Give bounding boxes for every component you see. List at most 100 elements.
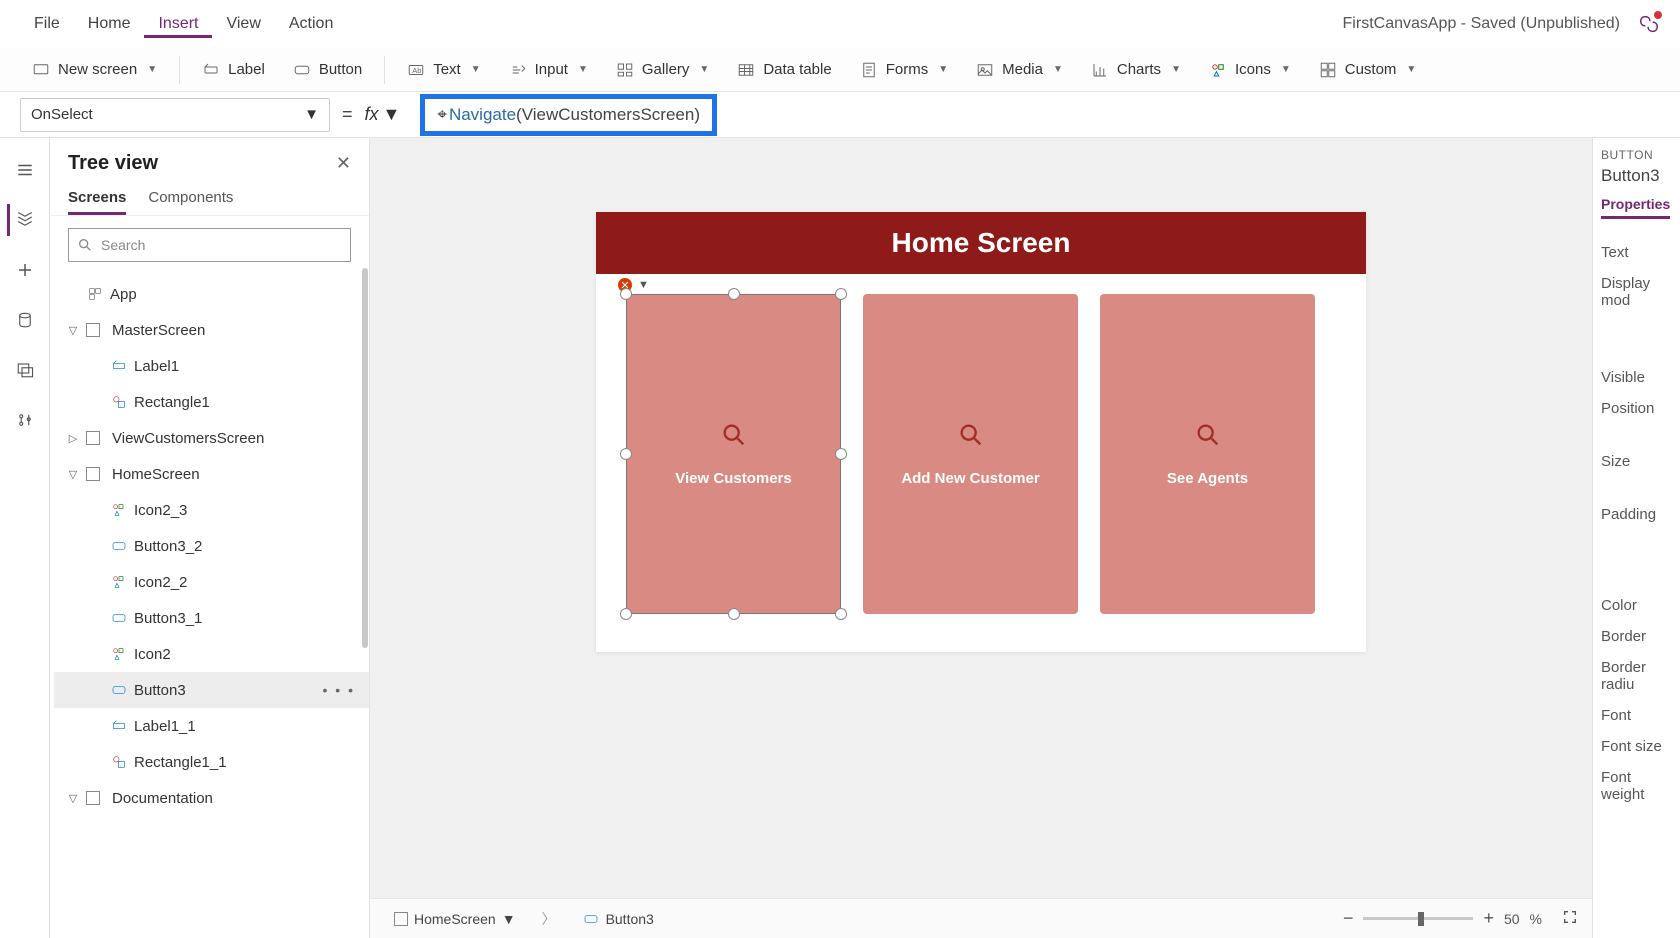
app-icon <box>86 286 104 302</box>
tree-node-button3[interactable]: Button3• • • <box>54 672 369 708</box>
expand-icon[interactable]: ▽ <box>66 792 80 805</box>
tree-node-button3-2[interactable]: Button3_2 <box>54 528 369 564</box>
properties-tab[interactable]: Properties <box>1601 196 1670 219</box>
tab-screens[interactable]: Screens <box>68 183 126 215</box>
checkbox[interactable] <box>86 323 100 337</box>
tree-node-viewcustomers[interactable]: ▷ViewCustomersScreen <box>54 420 369 456</box>
checkbox[interactable] <box>86 431 100 445</box>
chevron-down-icon[interactable]: ▼ <box>638 279 649 291</box>
text-dropdown[interactable]: Ab Text▼ <box>395 57 492 82</box>
more-icon[interactable]: • • • <box>323 682 355 698</box>
button-icon <box>110 610 128 626</box>
zoom-slider[interactable] <box>1363 917 1473 920</box>
menu-insert[interactable]: Insert <box>144 11 212 38</box>
tree-node-rectangle1[interactable]: Rectangle1 <box>54 384 369 420</box>
prop-position[interactable]: Position <box>1601 393 1672 424</box>
close-icon[interactable]: ✕ <box>336 153 351 174</box>
formula-input[interactable]: ⌖ Navigate ( ViewCustomersScreen ) <box>412 98 1660 132</box>
resize-handle[interactable] <box>620 288 632 300</box>
tree-node-rectangle1-1[interactable]: Rectangle1_1 <box>54 744 369 780</box>
prop-size[interactable]: Size <box>1601 446 1672 477</box>
tree-node-icon2-2[interactable]: Icon2_2 <box>54 564 369 600</box>
checkbox[interactable] <box>86 467 100 481</box>
expand-icon[interactable]: ▷ <box>66 432 80 445</box>
zoom-out-button[interactable]: − <box>1343 908 1354 929</box>
resize-handle[interactable] <box>835 448 847 460</box>
prop-font[interactable]: Font <box>1601 700 1672 731</box>
expand-icon[interactable]: ▽ <box>66 468 80 481</box>
tree-node-button3-1[interactable]: Button3_1 <box>54 600 369 636</box>
resize-handle[interactable] <box>728 608 740 620</box>
breadcrumb-screen[interactable]: HomeScreen▼ <box>384 908 526 930</box>
data-table-button[interactable]: Data table <box>725 57 843 82</box>
icons-dropdown[interactable]: Icons▼ <box>1197 57 1303 82</box>
media-dropdown[interactable]: Media▼ <box>964 57 1075 82</box>
tree-node-documentation[interactable]: ▽Documentation <box>54 780 369 816</box>
custom-dropdown[interactable]: Custom▼ <box>1307 57 1429 82</box>
forms-dd-label: Forms <box>886 61 929 78</box>
tree-node-homescreen[interactable]: ▽HomeScreen <box>54 456 369 492</box>
prop-border-radius[interactable]: Border radiu <box>1601 652 1672 700</box>
menu-action[interactable]: Action <box>275 11 347 37</box>
fx-label[interactable]: fx▼ <box>365 104 401 125</box>
prop-text[interactable]: Text <box>1601 237 1672 268</box>
resize-handle[interactable] <box>835 288 847 300</box>
hamburger-icon[interactable] <box>9 154 41 186</box>
forms-dropdown[interactable]: Forms ▼ <box>848 57 960 82</box>
fit-screen-icon[interactable] <box>1562 909 1578 928</box>
tools-rail-icon[interactable] <box>9 404 41 436</box>
prop-padding[interactable]: Padding <box>1601 499 1672 530</box>
charts-dropdown[interactable]: Charts▼ <box>1079 57 1193 82</box>
checkbox[interactable] <box>86 791 100 805</box>
zoom-in-button[interactable]: + <box>1483 908 1494 929</box>
data-table-icon <box>737 62 755 78</box>
add-icon[interactable] <box>9 254 41 286</box>
chevron-down-icon: ▼ <box>578 64 588 75</box>
card-label: See Agents <box>1167 470 1248 487</box>
prop-display-mode[interactable]: Display mod <box>1601 268 1672 316</box>
resize-handle[interactable] <box>620 608 632 620</box>
tree-node-label1[interactable]: Label1 <box>54 348 369 384</box>
prop-color[interactable]: Color <box>1601 590 1672 621</box>
menu-home[interactable]: Home <box>74 11 145 37</box>
resize-handle[interactable] <box>728 288 740 300</box>
card-view-customers[interactable]: View Customers <box>626 294 841 614</box>
chevron-down-icon: ▼ <box>147 64 157 75</box>
expand-icon[interactable]: ▽ <box>66 324 80 337</box>
tree-node-label1-1[interactable]: Label1_1 <box>54 708 369 744</box>
menu-file[interactable]: File <box>20 11 74 37</box>
media-rail-icon[interactable] <box>9 354 41 386</box>
menu-view[interactable]: View <box>212 11 274 37</box>
tree-node-icon2[interactable]: Icon2 <box>54 636 369 672</box>
prop-visible[interactable]: Visible <box>1601 362 1672 393</box>
card-add-customer[interactable]: Add New Customer <box>863 294 1078 614</box>
card-see-agents[interactable]: See Agents <box>1100 294 1315 614</box>
new-screen-button[interactable]: New screen▼ <box>20 57 169 82</box>
gallery-dd-label: Gallery <box>642 61 690 78</box>
help-icon[interactable] <box>1638 13 1660 35</box>
prop-font-size[interactable]: Font size <box>1601 731 1672 762</box>
resize-handle[interactable] <box>835 608 847 620</box>
gallery-dropdown[interactable]: Gallery▼ <box>604 57 721 82</box>
tree-view-icon[interactable] <box>7 204 39 236</box>
resize-handle[interactable] <box>620 448 632 460</box>
tree-node-icon2-3[interactable]: Icon2_3 <box>54 492 369 528</box>
button-button[interactable]: Button <box>281 57 374 82</box>
tree-scrollbar[interactable] <box>361 258 369 938</box>
property-selector[interactable]: OnSelect ▼ <box>20 98 330 132</box>
tree-node-masterscreen[interactable]: ▽MasterScreen <box>54 312 369 348</box>
input-dropdown[interactable]: Input▼ <box>497 57 600 82</box>
tree-node-app[interactable]: App <box>54 276 369 312</box>
prop-border[interactable]: Border <box>1601 621 1672 652</box>
chevron-down-icon: ▼ <box>938 64 948 75</box>
tree-search-input[interactable]: Search <box>68 228 351 262</box>
label-button[interactable]: Label <box>190 57 277 82</box>
prop-font-weight[interactable]: Font weight <box>1601 762 1672 810</box>
shape-icon <box>110 754 128 770</box>
device-frame[interactable]: Home Screen ✕▼ View Customers <box>596 212 1366 652</box>
tab-components[interactable]: Components <box>148 183 233 215</box>
main-area: Tree view ✕ Screens Components Search Ap… <box>0 138 1680 938</box>
breadcrumb-control[interactable]: Button3 <box>572 908 664 930</box>
search-icon <box>720 421 748 452</box>
data-icon[interactable] <box>9 304 41 336</box>
